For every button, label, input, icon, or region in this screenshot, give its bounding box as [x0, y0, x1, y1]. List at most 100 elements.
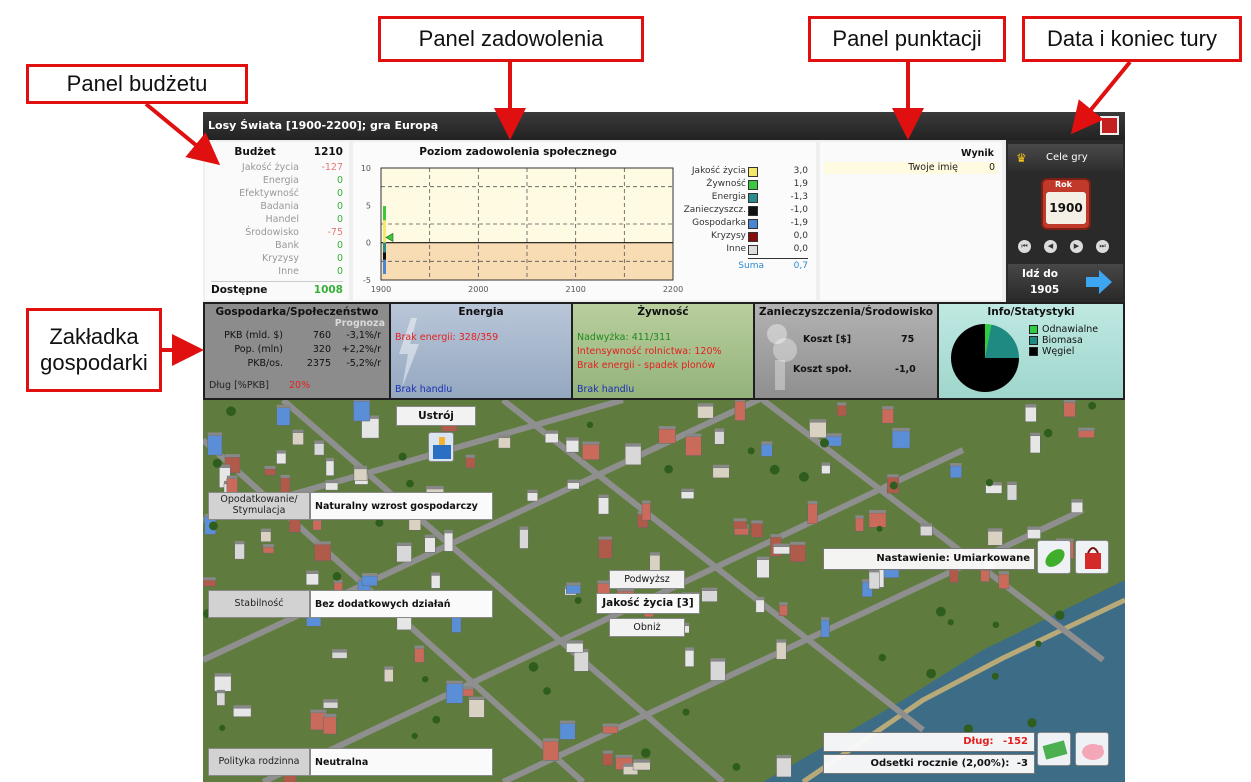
building-roof	[325, 457, 334, 461]
building	[710, 660, 726, 681]
tab-energy[interactable]: Energia Brak energii: 328/359 Brak handl…	[391, 304, 571, 398]
building-roof	[263, 544, 274, 548]
building-roof	[807, 500, 818, 504]
building	[216, 692, 226, 706]
building	[1025, 406, 1037, 422]
building	[573, 651, 589, 672]
building	[756, 559, 770, 579]
leaf-icon[interactable]	[1037, 540, 1071, 574]
goals-button[interactable]: ♛ Cele gry	[1008, 144, 1123, 172]
policy-key: Opodatkowanie/ Stymulacja	[208, 492, 310, 520]
budget-available-value: 1008	[313, 284, 343, 296]
building	[1071, 501, 1084, 513]
building	[1063, 402, 1076, 418]
tree	[732, 763, 741, 771]
prev-turn-icon[interactable]: ◀	[1044, 240, 1057, 253]
chart-bar-segment	[383, 252, 386, 260]
building	[519, 529, 529, 549]
building-roof	[325, 479, 338, 483]
legend-label: Energia	[711, 192, 746, 202]
building	[949, 465, 962, 479]
tab-info-title: Info/Statystyki	[987, 306, 1075, 318]
legend-swatch	[748, 245, 758, 255]
player-name: Twoje imię	[908, 162, 958, 173]
callout-economy-text-1: Zakładka	[49, 323, 139, 349]
budget-item-value: 0	[336, 266, 343, 277]
first-turn-icon[interactable]: ⏮	[1018, 240, 1031, 253]
tab-economy[interactable]: Gospodarka/Społeczeństwo Prognoza PKB (m…	[205, 304, 389, 398]
policy-value[interactable]: Bez dodatkowych działań	[310, 590, 493, 618]
building-roof	[332, 649, 348, 653]
building-roof	[779, 602, 788, 606]
building	[779, 604, 788, 616]
building-roof	[755, 596, 765, 600]
building	[776, 757, 792, 778]
legend-value: 0,0	[793, 244, 808, 254]
building-roof	[1078, 427, 1095, 431]
current-year: 1900	[1046, 192, 1086, 224]
city-map[interactable]: Ustrój Opodatkowanie/ Stymulacja Naturaln…	[203, 400, 1125, 782]
tree	[889, 481, 898, 490]
budget-item-value: 0	[336, 188, 343, 199]
building-roof	[353, 400, 370, 402]
next-turn-small-icon[interactable]: ▶	[1070, 240, 1083, 253]
tree	[406, 479, 414, 488]
next-turn-year: 1905	[1030, 284, 1060, 296]
system-button[interactable]: Ustrój	[396, 406, 476, 426]
building	[312, 520, 322, 531]
lightning-icon	[399, 318, 419, 388]
tree	[747, 447, 755, 455]
building	[751, 523, 763, 538]
government-glyph	[433, 437, 451, 459]
government-icon[interactable]	[428, 432, 454, 462]
tab-pollution[interactable]: Zanieczyszczenia/Środowisko Koszt [$] 75…	[755, 304, 937, 398]
building-roof	[582, 441, 600, 445]
legend-row: Jakość życia 3,0	[678, 166, 808, 178]
building	[498, 437, 511, 449]
building-roof	[314, 440, 325, 444]
building-roof	[260, 528, 271, 532]
piggy-bank-icon[interactable]	[1075, 732, 1109, 766]
building-roof	[625, 443, 642, 447]
lower-quality-button[interactable]: Obniż	[609, 618, 685, 637]
tree	[991, 672, 999, 680]
arrow-right-icon	[1086, 270, 1112, 294]
policy-value[interactable]: Naturalny wzrost gospodarczy	[310, 492, 493, 520]
building	[821, 465, 831, 474]
tree	[926, 668, 936, 679]
tree	[1035, 640, 1042, 647]
legend-row: Zanieczyszcz. -1,0	[678, 205, 808, 217]
building	[325, 460, 335, 476]
building-roof	[323, 713, 337, 717]
legend-swatch	[748, 206, 758, 216]
player-score: 0	[988, 162, 995, 173]
tab-food[interactable]: Żywność Nadwyżka: 411/311 Intensywność r…	[573, 304, 753, 398]
last-turn-icon[interactable]: ⏭	[1096, 240, 1109, 253]
next-turn-button[interactable]: Idź do 1905	[1008, 264, 1123, 300]
policy-value[interactable]: Neutralna	[310, 748, 493, 776]
building	[234, 543, 245, 560]
leaf-glyph	[1045, 549, 1065, 567]
budget-items: Jakość życia -127 Energia 0 Efektywność 0 Bada…	[211, 161, 343, 278]
tab-info[interactable]: Info/Statystyki Odnawialne Biomasa Węgiel	[939, 304, 1123, 398]
building-roof	[733, 518, 747, 522]
building	[331, 651, 348, 659]
building-roof	[773, 543, 790, 547]
building	[260, 531, 272, 542]
building-roof	[855, 515, 864, 519]
satisfaction-panel: Poziom zadowolenia społecznego 10 5 0 -5 190…	[353, 142, 816, 300]
chart-bar-segment	[383, 206, 386, 221]
building-roof	[214, 673, 232, 677]
legend-label: Inne	[726, 244, 746, 254]
tree	[574, 596, 582, 604]
tree	[876, 525, 883, 532]
pie-legend-label: Odnawialne	[1042, 324, 1099, 335]
energy-trade: Brak handlu	[395, 384, 453, 395]
raise-quality-button[interactable]: Podwyższ	[609, 570, 685, 589]
building	[314, 443, 325, 456]
economy-row-value: 320	[312, 344, 331, 355]
building	[322, 701, 339, 709]
close-button[interactable]	[1100, 116, 1119, 135]
money-icon[interactable]	[1037, 732, 1071, 766]
shopping-bag-icon[interactable]	[1075, 540, 1109, 574]
